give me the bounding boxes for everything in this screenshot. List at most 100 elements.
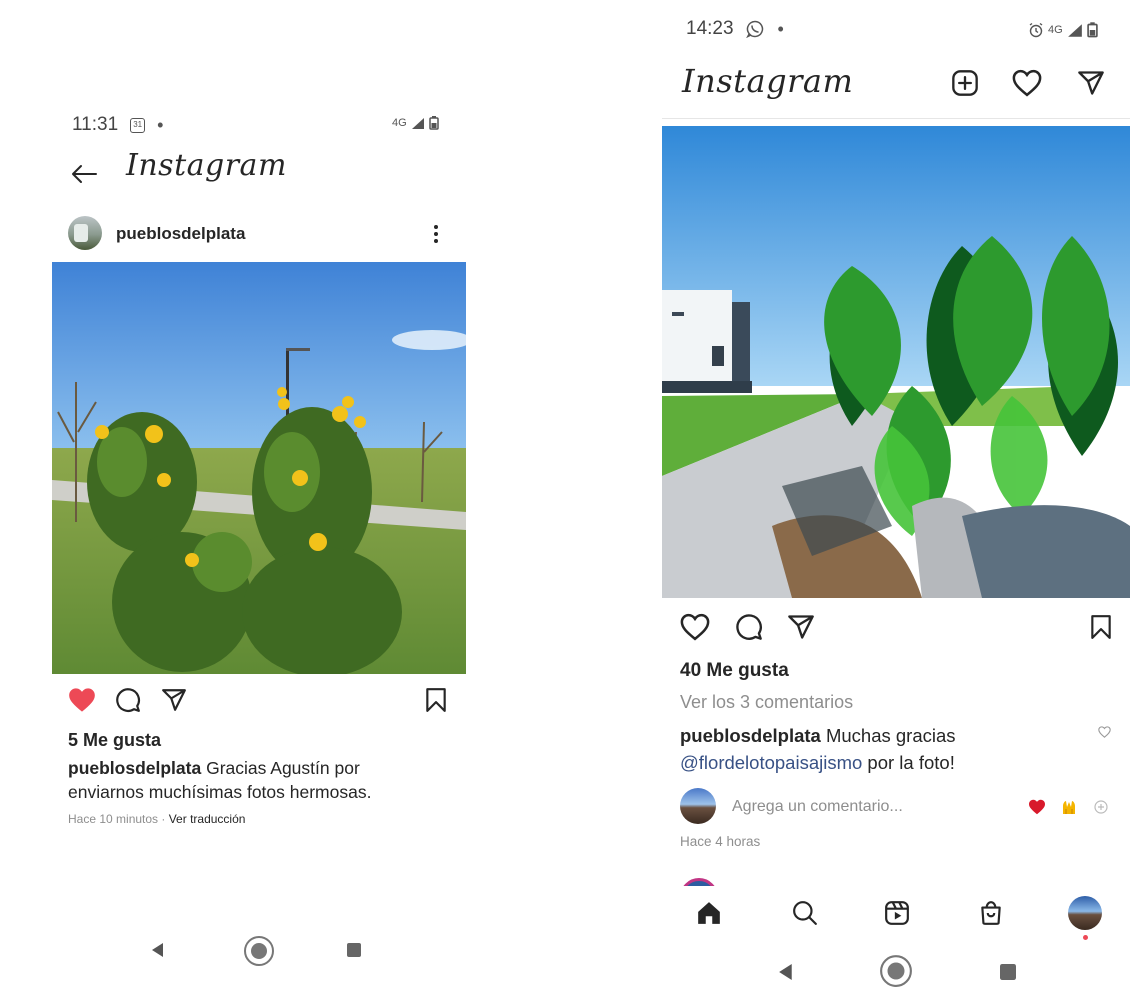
quick-reaction-raised-hands[interactable] [1058, 796, 1080, 818]
alarm-icon [1029, 22, 1043, 38]
dot-icon: • [157, 114, 164, 135]
comment-row: pueblosdelplata Muchas gracias @flordelot… [680, 722, 1020, 776]
instagram-logo: Instagram [126, 148, 287, 183]
share-button[interactable] [784, 610, 818, 644]
likes-count[interactable]: 40 Me gusta [680, 660, 789, 682]
circle-home-icon [880, 955, 912, 987]
nav-recents-button[interactable] [342, 938, 366, 962]
instagram-logo: Instagram [682, 62, 854, 100]
triangle-back-icon [152, 943, 163, 957]
new-post-button[interactable] [948, 66, 982, 100]
comment-like-button[interactable] [1094, 722, 1114, 742]
signal-icon [411, 117, 424, 129]
nav-back-button[interactable] [774, 960, 798, 984]
header-divider [662, 118, 1130, 119]
raised-hands-icon [1063, 801, 1075, 814]
battery-icon [428, 116, 439, 130]
status-time: 14:23 [686, 18, 734, 39]
heart-outline-icon [680, 613, 710, 641]
like-button[interactable] [66, 684, 98, 716]
caption-username[interactable]: pueblosdelplata [68, 758, 201, 778]
send-icon [788, 615, 814, 639]
send-icon [162, 689, 186, 711]
tab-profile[interactable] [1068, 896, 1102, 930]
dot-icon: • [777, 18, 784, 39]
reels-icon [885, 901, 909, 925]
tab-search[interactable] [788, 896, 822, 930]
network-type: 4G [1048, 24, 1063, 36]
comment-icon [736, 614, 762, 640]
heart-outline-icon [1097, 726, 1111, 738]
view-comments-link[interactable]: Ver los 3 comentarios [680, 692, 853, 713]
avatar [680, 788, 716, 824]
save-button[interactable] [1084, 610, 1118, 644]
post-photo[interactable] [662, 126, 1130, 598]
comment-text-end: por la foto! [862, 752, 955, 773]
nav-back-button[interactable] [146, 938, 170, 962]
square-recents-icon [1000, 964, 1016, 980]
send-icon [1078, 71, 1104, 95]
translate-link[interactable]: Ver traducción [169, 812, 246, 826]
nav-home-button[interactable] [878, 954, 914, 988]
post-meta: Hace 10 minutos · Ver traducción [68, 812, 245, 826]
post-time: Hace 4 horas [680, 834, 761, 849]
tab-shop[interactable] [974, 896, 1008, 930]
plus-square-icon [952, 70, 978, 96]
bookmark-icon [1091, 615, 1111, 639]
post-username[interactable]: pueblosdelplata [116, 224, 245, 244]
quick-reaction-heart[interactable] [1026, 796, 1048, 818]
status-icons: 4G [1028, 22, 1098, 38]
add-comment-input[interactable]: Agrega un comentario... [732, 798, 903, 816]
shopping-bag-icon [981, 901, 1001, 925]
circle-home-icon [244, 936, 274, 966]
nav-home-button[interactable] [242, 934, 276, 968]
next-post-avatar [680, 878, 718, 886]
triangle-back-icon [779, 964, 792, 980]
comment-button[interactable] [732, 610, 766, 644]
heart-filled-icon [1029, 799, 1045, 815]
network-type: 4G [392, 117, 407, 129]
back-button[interactable] [66, 158, 102, 190]
heart-filled-icon [69, 688, 95, 712]
notification-dot [1083, 935, 1088, 940]
post-caption: pueblosdelplata Gracias Agustín por envi… [68, 756, 408, 804]
likes-count[interactable]: 5 Me gusta [68, 730, 161, 751]
signal-icon [1067, 23, 1082, 37]
comment-text: Muchas gracias [820, 725, 956, 746]
square-recents-icon [347, 943, 361, 957]
home-icon [698, 902, 720, 924]
like-button[interactable] [678, 610, 712, 644]
post-photo[interactable] [52, 262, 466, 674]
meta-separator: · [158, 812, 169, 826]
battery-icon [1086, 22, 1098, 38]
activity-button[interactable] [1010, 66, 1044, 100]
status-icons: 4G [392, 116, 439, 130]
whatsapp-icon [745, 20, 763, 38]
more-vertical-icon [434, 225, 438, 243]
left-phone-screen: 11:31 31 • 4G Instagram pueblosdelplata [52, 100, 466, 980]
search-icon [793, 901, 817, 925]
save-button[interactable] [420, 684, 452, 716]
mention-link[interactable]: @flordelotopaisajismo [680, 752, 862, 773]
comment-username[interactable]: pueblosdelplata [680, 725, 821, 746]
share-button[interactable] [158, 684, 190, 716]
post-options-button[interactable] [422, 220, 450, 248]
nav-recents-button[interactable] [996, 960, 1020, 984]
comment-icon [116, 688, 140, 712]
more-reactions-button[interactable] [1090, 796, 1112, 818]
tab-reels[interactable] [880, 896, 914, 930]
avatar[interactable] [68, 216, 102, 250]
heart-outline-icon [1012, 69, 1042, 97]
post-time: Hace 10 minutos [68, 812, 159, 826]
status-bar: 14:23 • [686, 18, 784, 40]
status-bar: 11:31 31 • [72, 114, 163, 136]
calendar-icon: 31 [130, 117, 146, 133]
plus-circle-icon [1094, 800, 1108, 814]
right-phone-screen: 14:23 • 4G Instagram 40 Me gusta Ver los… [662, 0, 1130, 988]
direct-messages-button[interactable] [1074, 66, 1108, 100]
comment-button[interactable] [112, 684, 144, 716]
status-time: 11:31 [72, 114, 119, 135]
back-arrow-icon [72, 165, 97, 183]
bookmark-icon [426, 688, 446, 712]
tab-home[interactable] [692, 896, 726, 930]
